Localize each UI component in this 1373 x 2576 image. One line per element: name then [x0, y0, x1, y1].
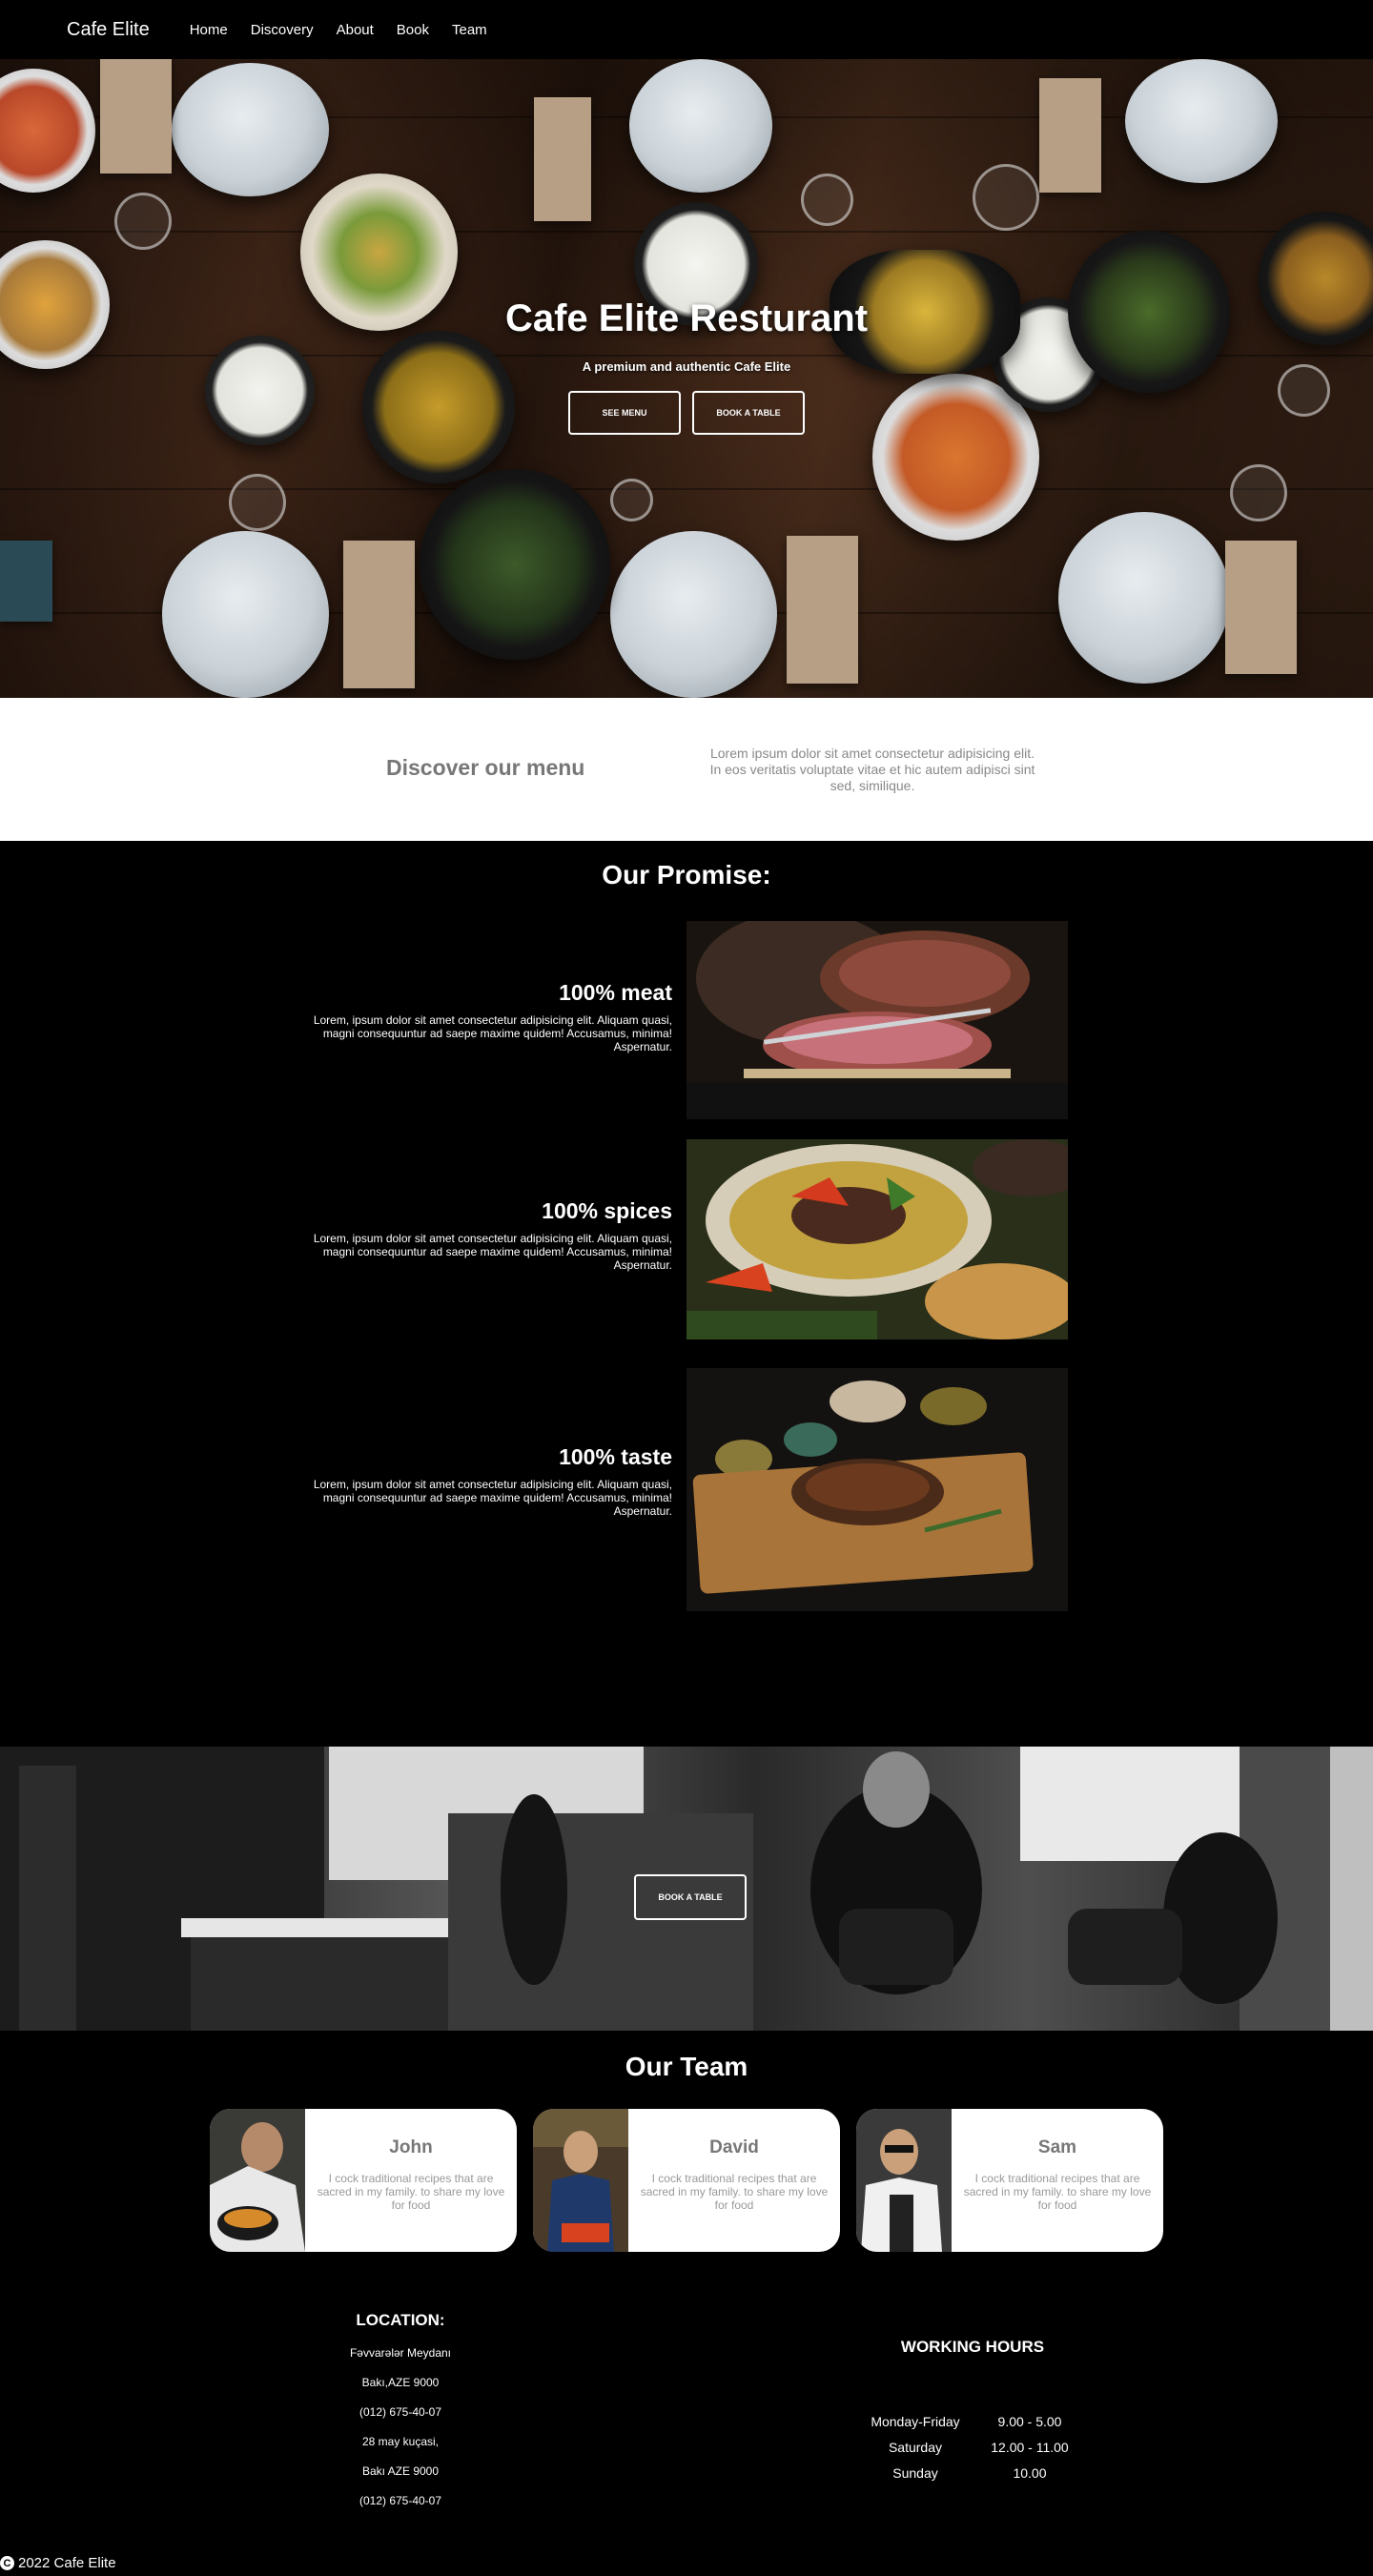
restaurant-interior-banner: BOOK A TABLE	[0, 1747, 1373, 2031]
nav-link-home[interactable]: Home	[190, 22, 228, 38]
hours-day: Sunday	[892, 2465, 938, 2481]
team-name: John	[389, 2137, 433, 2157]
hours-time: 12.00 - 11.00	[991, 2440, 1069, 2455]
nav-links: Home Discovery About Book Team	[190, 22, 487, 38]
glass-image	[114, 193, 172, 250]
hours-day: Monday-Friday	[871, 2414, 960, 2429]
top-navbar: Cafe Elite Home Discovery About Book Tea…	[0, 0, 1373, 59]
team-title: Our Team	[625, 2052, 748, 2081]
team-card-john: John I cock traditional recipes that are…	[210, 2109, 517, 2252]
working-hours-title: WORKING HOURS	[900, 2338, 1045, 2356]
hours-time: 9.00 - 5.00	[997, 2414, 1062, 2429]
see-menu-button[interactable]: SEE MENU	[568, 391, 681, 435]
hours-row: Sunday 10.00	[858, 2465, 1087, 2491]
discover-title[interactable]: Discover our menu	[386, 755, 584, 781]
promise-body: Lorem, ipsum dolor sit amet consectetur …	[313, 1232, 672, 1272]
location-title: LOCATION:	[356, 2311, 445, 2329]
team-photo-sam	[856, 2109, 952, 2252]
napkin-image	[1225, 541, 1297, 674]
location-phone: (012) 675-40-07	[359, 2405, 442, 2419]
discover-text: Lorem ipsum dolor sit amet consectetur a…	[709, 746, 1035, 793]
hero-content: Cafe Elite Resturant A premium and authe…	[0, 297, 1373, 435]
location-phone: (012) 675-40-07	[359, 2494, 442, 2507]
hero-subtitle: A premium and authentic Cafe Elite	[582, 359, 791, 374]
team-photo-david	[533, 2109, 628, 2252]
team-desc: I cock traditional recipes that are sacr…	[317, 2172, 505, 2212]
glass-image	[973, 164, 1039, 231]
glass-image	[801, 174, 853, 226]
plate-image	[1058, 512, 1230, 684]
hero-title: Cafe Elite Resturant	[504, 297, 869, 339]
promise-title: Our Promise:	[602, 860, 771, 889]
promise-text: 100% spices Lorem, ipsum dolor sit amet …	[310, 1198, 672, 1272]
book-table-button-secondary[interactable]: BOOK A TABLE	[634, 1874, 747, 1920]
discover-section: Discover our menu Lorem ipsum dolor sit …	[0, 698, 1373, 841]
team-photo-john	[210, 2109, 305, 2252]
hero-section: Cafe Elite Resturant A premium and authe…	[0, 59, 1373, 698]
promise-text: 100% taste Lorem, ipsum dolor sit amet c…	[310, 1444, 672, 1518]
copyright-text: 2022 Cafe Elite	[18, 2555, 116, 2571]
food-bowl-image	[0, 69, 95, 193]
team-info: John I cock traditional recipes that are…	[305, 2109, 517, 2252]
plate-image	[1125, 59, 1278, 183]
napkin-image	[0, 541, 52, 622]
hours-time: 10.00	[1013, 2465, 1047, 2481]
napkin-image	[787, 536, 858, 684]
napkin-image	[343, 541, 415, 688]
plate-image	[629, 59, 772, 193]
location-section: LOCATION: Fəvvarələr Meydanı Bakı,AZE 90…	[305, 2311, 496, 2507]
napkin-image	[534, 97, 591, 221]
hours-row: Monday-Friday 9.00 - 5.00	[858, 2414, 1087, 2440]
promise-body: Lorem, ipsum dolor sit amet consectetur …	[313, 1013, 672, 1053]
location-line: Bakı,AZE 9000	[361, 2376, 440, 2389]
promise-body: Lorem, ipsum dolor sit amet consectetur …	[313, 1478, 672, 1518]
napkin-image	[100, 59, 172, 174]
nav-link-book[interactable]: Book	[397, 22, 429, 38]
plate-image	[172, 63, 329, 196]
team-card-david: David I cock traditional recipes that ar…	[533, 2109, 840, 2252]
spices-image	[686, 1139, 1068, 1339]
team-card-sam: Sam I cock traditional recipes that are …	[856, 2109, 1163, 2252]
glass-image	[1230, 464, 1287, 521]
working-hours-table: Monday-Friday 9.00 - 5.00 Saturday 12.00…	[858, 2414, 1087, 2491]
book-table-button[interactable]: BOOK A TABLE	[692, 391, 805, 435]
team-desc: I cock traditional recipes that are sacr…	[963, 2172, 1152, 2212]
promise-heading: 100% meat	[559, 980, 672, 1005]
plate-image	[162, 531, 329, 698]
nav-link-about[interactable]: About	[337, 22, 374, 38]
steak-image	[686, 1368, 1068, 1611]
promise-heading: 100% taste	[559, 1444, 672, 1469]
glass-image	[610, 479, 653, 521]
nav-link-team[interactable]: Team	[452, 22, 487, 38]
hero-buttons: SEE MENU BOOK A TABLE	[0, 391, 1373, 435]
food-bowl-image	[420, 469, 610, 660]
brand-logo[interactable]: Cafe Elite	[67, 19, 150, 41]
copyright: C 2022 Cafe Elite	[0, 2555, 116, 2571]
promise-heading: 100% spices	[542, 1198, 672, 1223]
nav-link-discovery[interactable]: Discovery	[251, 22, 314, 38]
team-name: Sam	[1037, 2137, 1077, 2157]
wood-plank-line	[0, 488, 1373, 490]
promise-text: 100% meat Lorem, ipsum dolor sit amet co…	[310, 980, 672, 1053]
napkin-image	[1039, 78, 1101, 193]
working-hours-section: WORKING HOURS Monday-Friday 9.00 - 5.00 …	[858, 2338, 1087, 2491]
team-desc: I cock traditional recipes that are sacr…	[640, 2172, 829, 2212]
plate-image	[610, 531, 777, 698]
copyright-icon: C	[0, 2556, 14, 2570]
location-line: Fəvvarələr Meydanı	[349, 2346, 452, 2360]
glass-image	[229, 474, 286, 531]
team-name: David	[709, 2137, 759, 2157]
meat-image	[686, 921, 1068, 1119]
location-line: 28 may kuçasi,	[361, 2435, 440, 2448]
location-line: Bakı AZE 9000	[361, 2464, 440, 2478]
hours-row: Saturday 12.00 - 11.00	[858, 2440, 1087, 2465]
team-info: Sam I cock traditional recipes that are …	[952, 2109, 1163, 2252]
hours-day: Saturday	[888, 2440, 943, 2455]
team-info: David I cock traditional recipes that ar…	[628, 2109, 840, 2252]
